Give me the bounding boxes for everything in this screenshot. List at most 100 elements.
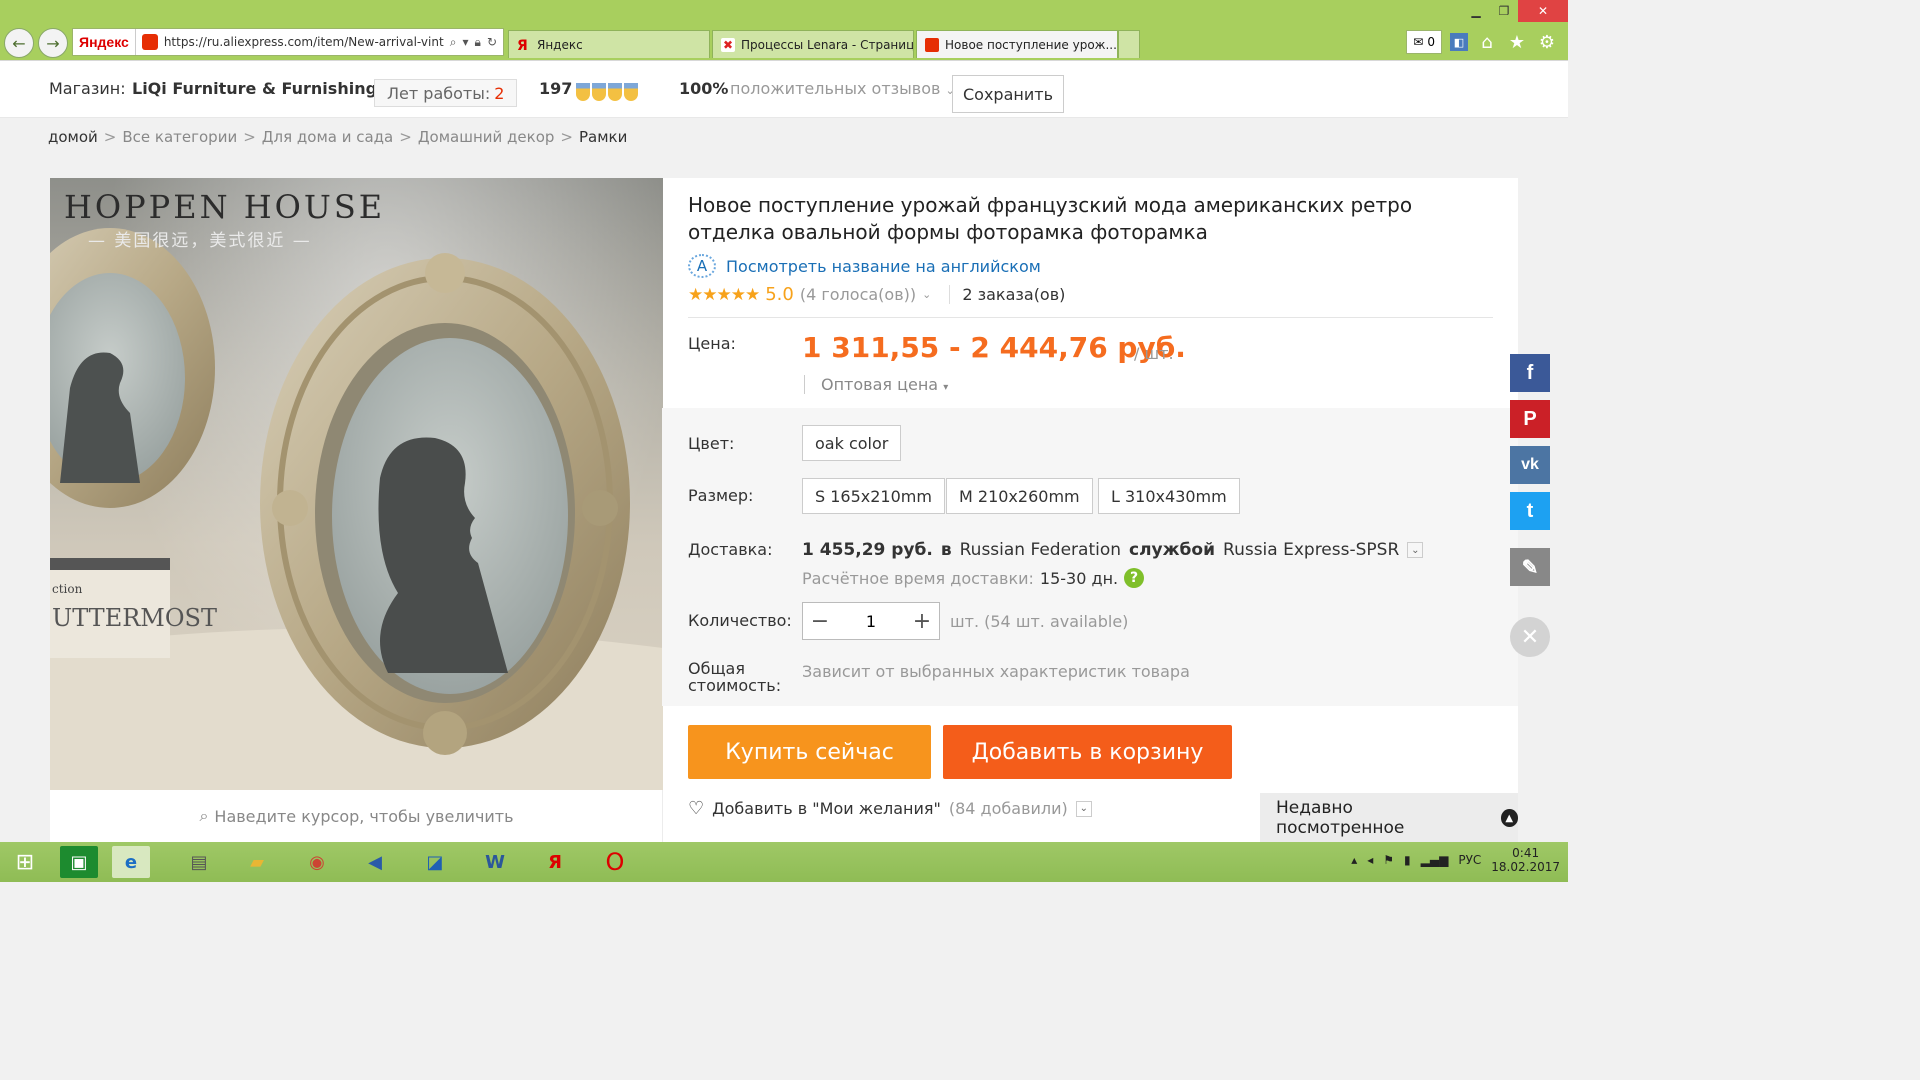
language-indicator[interactable]: РУС <box>1458 853 1481 867</box>
notepad-app-icon[interactable]: ▤ <box>180 846 218 878</box>
rating-score: 5.0 <box>765 284 794 305</box>
votes-link[interactable]: (4 голоса(ов)) <box>800 285 916 304</box>
store-years-badge: Лет работы: 2 <box>374 79 518 107</box>
chevron-down-icon[interactable]: ⌄ <box>922 288 931 301</box>
rating-stars-icon: ★★★★★ <box>688 284 760 305</box>
address-bar[interactable]: Яндекс https://ru.aliexpress.com/item/Ne… <box>72 28 504 56</box>
yandex-browser-icon[interactable]: Я <box>536 846 574 878</box>
maximize-button[interactable]: ❐ <box>1490 0 1518 22</box>
new-tab-button[interactable] <box>1118 30 1140 58</box>
breadcrumb-home-garden[interactable]: Для дома и сада <box>262 128 393 146</box>
internet-explorer-icon[interactable]: e <box>112 846 150 878</box>
recently-viewed-label: Недавно посмотренное <box>1276 798 1405 838</box>
folder-icon[interactable]: ▰ <box>238 846 276 878</box>
caret-down-icon: ▾ <box>943 382 949 393</box>
store-name-link[interactable]: LiQi Furniture & Furnishings <box>132 79 387 98</box>
price-unit: / шт. <box>1134 344 1174 363</box>
wholesale-price-dropdown[interactable]: Оптовая цена ▾ <box>804 375 948 394</box>
size-option-s[interactable]: S 165x210mm <box>802 478 945 514</box>
delivery-dropdown-icon[interactable]: ⌄ <box>1407 542 1424 558</box>
volume-icon[interactable]: ◂ <box>1367 853 1373 867</box>
mail-widget[interactable]: ✉ 0 <box>1406 30 1442 54</box>
eta-label: Расчётное время доставки: <box>802 568 1034 588</box>
product-image[interactable]: HOPPEN HOUSE — 美国很远，美式很近 — ction UTTERMO… <box>50 178 663 790</box>
tray-arrow-icon[interactable]: ▴ <box>1351 853 1357 867</box>
settings-gear-icon[interactable]: ⚙ <box>1536 31 1558 53</box>
close-social-icon[interactable]: ✕ <box>1510 617 1550 657</box>
chevron-down-icon[interactable]: ⌄ <box>1075 800 1092 817</box>
forward-button[interactable]: → <box>38 28 68 58</box>
save-store-button[interactable]: Сохранить <box>952 75 1064 113</box>
favorites-star-icon[interactable]: ★ <box>1506 31 1528 53</box>
ext-icon[interactable]: ◧ <box>1450 33 1468 51</box>
tab-processes[interactable]: ✖ Процессы Lenara - Страница ... <box>712 30 914 58</box>
breadcrumb-home-decor[interactable]: Домашний декор <box>418 128 555 146</box>
tab-aliexpress[interactable]: Новое поступление урож... ✕ <box>916 30 1118 58</box>
wish-label: Добавить в "Мои желания" <box>712 799 941 818</box>
breadcrumb-home[interactable]: домой <box>48 128 98 146</box>
brand-text: HOPPEN HOUSE <box>64 188 386 226</box>
add-to-cart-button[interactable]: Добавить в корзину <box>943 725 1232 779</box>
facebook-share-icon[interactable]: f <box>1510 354 1550 392</box>
pinterest-share-icon[interactable]: P <box>1510 400 1550 438</box>
recently-viewed-panel[interactable]: Недавно посмотренное ▲ <box>1260 793 1518 843</box>
price-label: Цена: <box>688 334 736 353</box>
battery-icon[interactable]: ▮ <box>1404 853 1411 867</box>
clock[interactable]: 0:41 18.02.2017 <box>1491 846 1560 874</box>
dropdown-icon[interactable]: ▾ <box>463 35 469 50</box>
delivery-service-prefix: службой <box>1129 540 1216 560</box>
size-option-m[interactable]: M 210x260mm <box>946 478 1093 514</box>
help-icon[interactable]: ? <box>1124 568 1145 588</box>
breadcrumb-separator: > <box>243 128 256 146</box>
chrome-like-icon[interactable]: ◉ <box>298 846 336 878</box>
url-text[interactable]: https://ru.aliexpress.com/item/New-arriv… <box>164 35 444 49</box>
search-icon[interactable]: ⌕ <box>450 35 457 50</box>
decrease-quantity-button[interactable]: − <box>803 609 837 634</box>
lock-icon[interactable]: 🔒︎ <box>475 35 481 50</box>
eta-value: 15-30 дн. <box>1039 568 1119 588</box>
delivery-in: в <box>940 540 952 560</box>
home-icon[interactable]: ⌂ <box>1476 31 1498 53</box>
translate-title-link[interactable]: A Посмотреть название на английском <box>688 254 1041 278</box>
delivery-price: 1 455,29 руб. <box>802 540 933 560</box>
breadcrumb-all-categories[interactable]: Все категории <box>122 128 237 146</box>
network-icon[interactable]: ▂▄▆ <box>1421 853 1449 867</box>
product-photo-illustration <box>50 228 663 790</box>
store-bar: Магазин: LiQi Furniture & Furnishings Ле… <box>0 60 1568 118</box>
positive-percent: 100% <box>679 79 729 98</box>
store-score: 197 <box>539 79 573 98</box>
refresh-icon[interactable]: ↻ <box>487 35 497 50</box>
windows-start-icon[interactable]: ⊞ <box>6 846 44 878</box>
size-option-l[interactable]: L 310x430mm <box>1098 478 1240 514</box>
total-label-line2: стоимость: <box>688 676 782 695</box>
tab-label: Процессы Lenara - Страница ... <box>741 37 914 52</box>
breadcrumb-separator: > <box>103 128 117 146</box>
edit-icon[interactable]: ✎ <box>1510 548 1550 586</box>
medals-badge[interactable] <box>574 81 638 101</box>
back-button[interactable]: ← <box>4 28 34 58</box>
twitter-share-icon[interactable]: t <box>1510 492 1550 530</box>
positive-feedback-dropdown[interactable]: положительных отзывов ⌄ <box>730 79 955 98</box>
tab-yandex[interactable]: Я Яндекс <box>508 30 710 58</box>
add-to-wishlist[interactable]: ♡ Добавить в "Мои желания" (84 добавили)… <box>688 798 1092 819</box>
color-option-oak[interactable]: oak color <box>802 425 902 461</box>
audio-app-icon[interactable]: ◀ <box>356 846 394 878</box>
minimize-button[interactable]: ▁ <box>1462 0 1490 22</box>
close-window-button[interactable]: ✕ <box>1518 0 1568 22</box>
tab-label: Новое поступление урож... <box>945 37 1117 52</box>
buy-now-button[interactable]: Купить сейчас <box>688 725 931 779</box>
vk-share-icon[interactable]: vk <box>1510 446 1550 484</box>
increase-quantity-button[interactable]: + <box>905 609 939 634</box>
breadcrumb-frames[interactable]: Рамки <box>579 128 627 146</box>
opera-icon[interactable]: O <box>596 846 634 878</box>
yandex-badge: Яндекс <box>73 29 136 55</box>
word-icon[interactable]: W <box>476 846 514 878</box>
edit-app-icon[interactable]: ◪ <box>416 846 454 878</box>
store-app-icon[interactable]: ▣ <box>60 846 98 878</box>
chevron-up-icon[interactable]: ▲ <box>1500 809 1518 827</box>
flag-icon[interactable]: ⚑ <box>1383 853 1394 867</box>
product-info: Новое поступление урожай французский мод… <box>662 178 1518 842</box>
medal-icon <box>576 82 590 101</box>
zoom-hint: ⌕ Наведите курсор, чтобы увеличить <box>50 790 663 842</box>
quantity-input[interactable]: 1 <box>837 612 905 631</box>
